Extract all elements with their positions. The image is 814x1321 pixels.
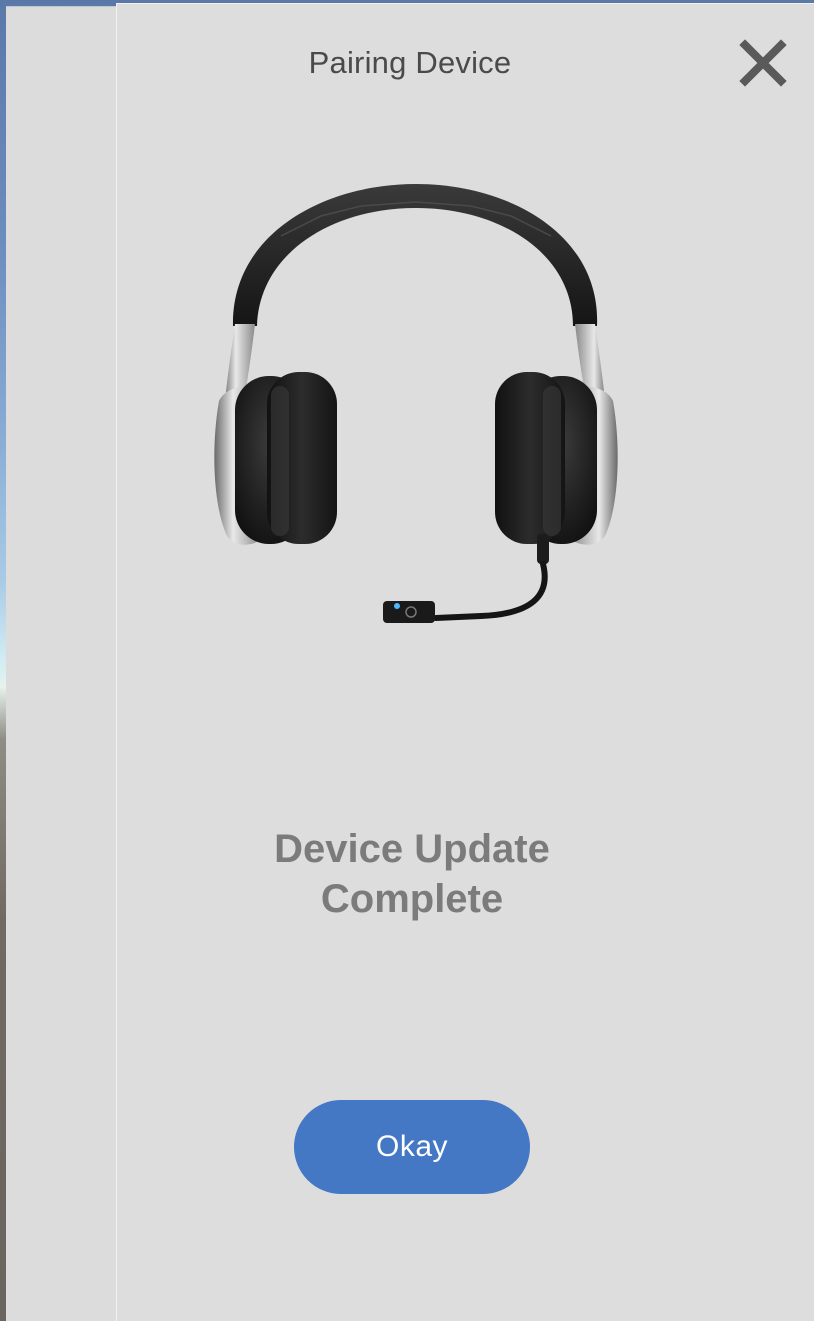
- okay-button[interactable]: Okay: [294, 1100, 530, 1194]
- status-message-line2: Complete: [320, 877, 504, 921]
- status-message-line1: Device Update: [274, 827, 550, 871]
- headset-icon: [214, 184, 618, 623]
- close-button[interactable]: [737, 37, 789, 89]
- headset-image: [211, 176, 621, 631]
- status-message: Device Update Complete: [117, 824, 707, 924]
- pairing-dialog: Pairing Device Device Update Complete Ok…: [116, 3, 814, 1321]
- close-icon: [739, 39, 787, 87]
- dialog-title: Pairing Device: [308, 45, 512, 80]
